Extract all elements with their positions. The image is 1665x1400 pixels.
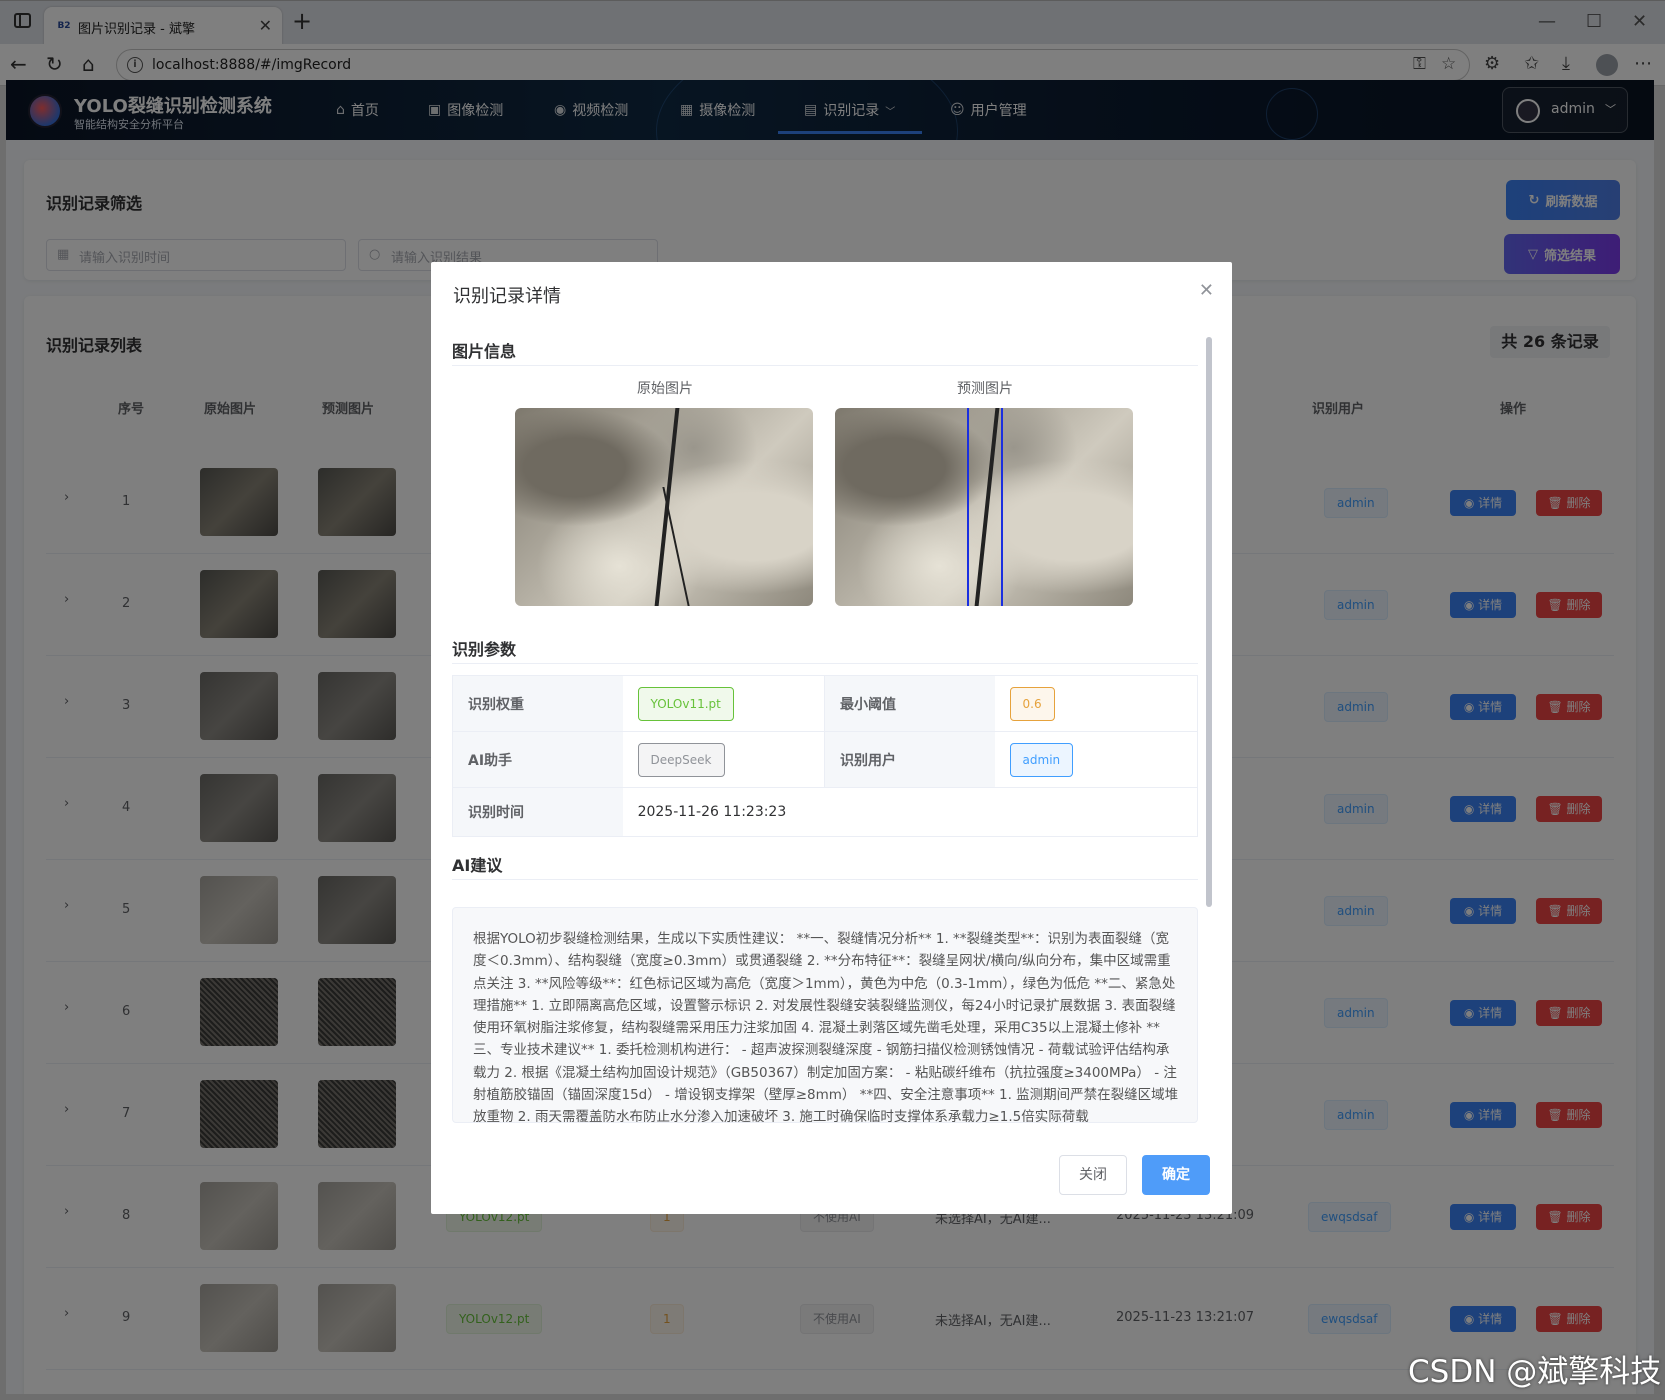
dialog-title: 识别记录详情 bbox=[453, 286, 561, 307]
ai-advice-text: 根据YOLO初步裂缝检测结果，生成以下实质性建议： **一、裂缝情况分析** 1… bbox=[473, 931, 1179, 1123]
detail-dialog: 识别记录详情 ✕ 图片信息 原始图片 预测图片 识别参数 识别权重 YOLOv1… bbox=[431, 262, 1232, 1214]
user-tag: admin bbox=[1009, 742, 1074, 777]
divider bbox=[452, 879, 1198, 880]
close-icon[interactable]: ✕ bbox=[1199, 280, 1214, 301]
section-ai: AI建议 bbox=[452, 856, 503, 875]
dialog-scrollbar[interactable] bbox=[1206, 337, 1212, 907]
conf-key: 最小阈值 bbox=[825, 676, 995, 731]
divider bbox=[452, 663, 1198, 664]
time-key: 识别时间 bbox=[453, 788, 623, 836]
weight-tag: YOLOv11.pt bbox=[637, 686, 734, 721]
ai-advice-box[interactable]: 根据YOLO初步裂缝检测结果，生成以下实质性建议： **一、裂缝情况分析** 1… bbox=[452, 907, 1198, 1123]
ai-tag: DeepSeek bbox=[637, 742, 725, 777]
pred-image-label: 预测图片 bbox=[957, 381, 1013, 397]
section-image: 图片信息 bbox=[452, 342, 517, 361]
user-key: 识别用户 bbox=[825, 732, 995, 787]
params-table: 识别权重 YOLOv11.pt 最小阈值 0.6 AI助手 DeepSeek 识… bbox=[452, 675, 1198, 837]
orig-image-label: 原始图片 bbox=[637, 381, 693, 397]
ai-key: AI助手 bbox=[453, 732, 623, 787]
close-button[interactable]: 关闭 bbox=[1059, 1155, 1127, 1195]
section-params: 识别参数 bbox=[452, 640, 517, 659]
weight-key: 识别权重 bbox=[453, 676, 623, 731]
watermark: CSDN @斌擎科技 bbox=[1408, 1354, 1662, 1390]
prediction-image[interactable] bbox=[835, 408, 1133, 606]
conf-tag: 0.6 bbox=[1009, 686, 1055, 721]
divider bbox=[452, 365, 1198, 366]
time-value: 2025-11-26 11:23:23 bbox=[637, 804, 787, 820]
detection-box bbox=[967, 408, 1003, 606]
confirm-button[interactable]: 确定 bbox=[1142, 1155, 1210, 1195]
original-image[interactable] bbox=[515, 408, 813, 606]
